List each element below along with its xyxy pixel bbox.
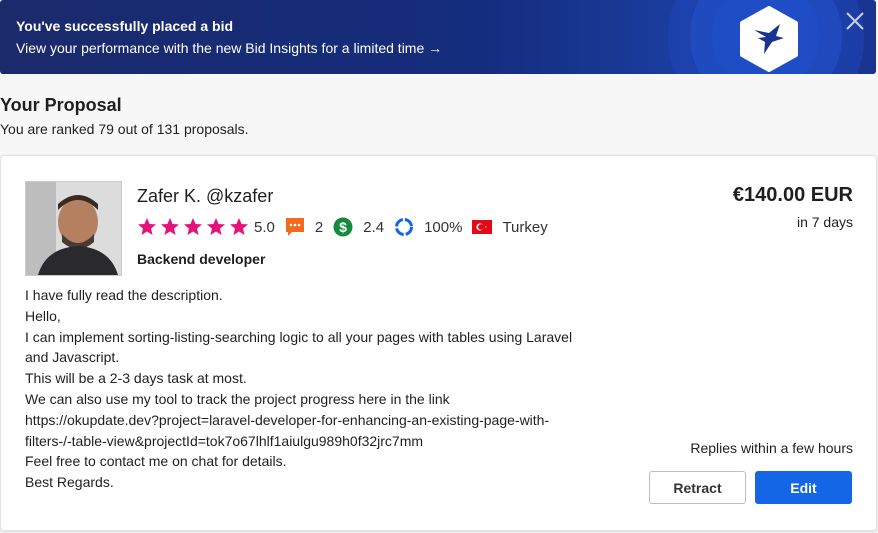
avatar-photo <box>26 182 121 275</box>
completion-rate-icon <box>395 218 414 236</box>
edit-button[interactable]: Edit <box>755 471 852 504</box>
rank-text: You are ranked 79 out of 131 proposals. <box>0 121 249 137</box>
description-line: and Javascript. <box>25 349 120 366</box>
freelancer-bird-icon <box>740 6 798 72</box>
bid-insights-link[interactable]: View your performance with the new Bid I… <box>16 40 442 57</box>
close-icon[interactable] <box>844 10 866 32</box>
country-name: Turkey <box>502 218 548 236</box>
earnings-icon: $ <box>333 217 353 237</box>
description-line: https://okupdate.dev?project=laravel-dev… <box>25 411 550 428</box>
description-line: Best Regards. <box>25 474 114 491</box>
star-icon <box>161 218 179 235</box>
avatar[interactable] <box>25 181 122 276</box>
freelancer-name[interactable]: Zafer K. @kzafer <box>137 185 273 207</box>
star-icon <box>184 218 202 235</box>
earnings-score: 2.4 <box>363 218 385 236</box>
description-line: Hello, <box>25 307 61 324</box>
description-line: We can also use my tool to track the pro… <box>25 390 450 407</box>
description-line: filters-/-table-view&projectId=tok7o67lh… <box>25 432 424 449</box>
reply-time: Replies within a few hours <box>690 440 853 456</box>
description-line: This will be a 2-3 days task at most. <box>25 370 247 387</box>
star-icon <box>207 218 225 235</box>
proposal-card: Zafer K. @kzafer 5.0 2 $ 2.4 100% Turkey <box>0 155 877 531</box>
reviews-icon <box>285 218 304 236</box>
retract-button[interactable]: Retract <box>649 471 746 504</box>
freelancer-role: Backend developer <box>137 251 266 267</box>
success-banner: You've successfully placed a bid View yo… <box>0 0 876 74</box>
star-icon <box>138 218 156 235</box>
description-line: I have fully read the description. <box>25 287 223 303</box>
banner-title: You've successfully placed a bid <box>16 18 234 34</box>
star-icon <box>230 218 248 235</box>
bid-duration: in 7 days <box>796 214 853 230</box>
turkey-flag-icon <box>472 220 493 234</box>
rating-value: 5.0 <box>254 218 275 236</box>
completion-rate: 100% <box>424 218 463 236</box>
reviews-count: 2 <box>314 218 324 236</box>
proposal-description: I have fully read the description. Hello… <box>25 285 625 493</box>
description-line: I can implement sorting-listing-searchin… <box>25 328 573 345</box>
bid-price: €140.00 EUR <box>732 184 853 206</box>
svg-text:$: $ <box>339 219 347 235</box>
page-title: Your Proposal <box>0 95 122 115</box>
freelancer-stats: 5.0 2 $ 2.4 100% Turkey <box>137 216 558 238</box>
description-line: Feel free to contact me on chat for deta… <box>25 453 287 470</box>
